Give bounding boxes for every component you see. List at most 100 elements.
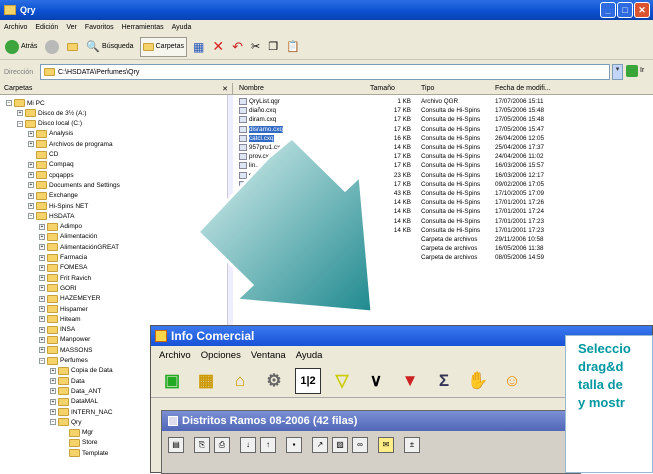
menu-item[interactable]: Ver (66, 24, 77, 31)
tree-node[interactable]: − Mi PC (6, 98, 45, 108)
copy-table-icon[interactable]: ⎘ (194, 437, 210, 453)
tree-node[interactable]: + DataMAL (50, 397, 98, 407)
tree-node[interactable]: + Hispamer (39, 304, 88, 314)
expand-toggle[interactable]: + (39, 295, 45, 302)
expand-toggle[interactable]: + (50, 388, 56, 395)
copy-button[interactable]: ❐ (266, 37, 280, 57)
forward-button[interactable] (43, 37, 61, 57)
search-button[interactable]: 🔍 Búsqueda (84, 37, 135, 57)
sort-desc-icon[interactable]: ↑ (260, 437, 276, 453)
expand-toggle[interactable]: + (28, 192, 34, 199)
title-bar[interactable]: Qry (0, 0, 653, 20)
menu-item[interactable]: Edición (35, 24, 58, 31)
calc-icon[interactable]: ± (404, 437, 420, 453)
print-setup-icon[interactable]: ▤ (168, 437, 184, 453)
report-icon[interactable]: ▦ (193, 368, 219, 394)
expand-toggle[interactable]: + (39, 336, 45, 343)
file-row[interactable]: Template Carpeta de archivos 16/05/2006 11… (233, 244, 653, 253)
expand-toggle[interactable]: + (39, 326, 45, 333)
expand-toggle[interactable]: + (39, 223, 45, 230)
delete-button[interactable]: ✕ (210, 37, 226, 57)
close-pane-icon[interactable]: ✕ (222, 85, 228, 93)
expand-toggle[interactable]: + (28, 130, 34, 137)
views-button[interactable]: ▦ (191, 37, 206, 57)
sum-icon[interactable]: Σ (431, 368, 457, 394)
mail-icon[interactable]: ✉ (378, 437, 394, 453)
menu-item[interactable]: Herramientas (122, 24, 164, 31)
back-button[interactable]: Atrás (3, 37, 39, 57)
tree-node[interactable]: + Alimentación (39, 232, 97, 242)
tree-node[interactable]: + AlimentaciónGREAT (39, 242, 119, 252)
red-filter-icon[interactable]: ▼ (397, 368, 423, 394)
expand-toggle[interactable]: − (17, 120, 23, 127)
expand-toggle[interactable]: + (28, 203, 34, 209)
file-row[interactable]: vnc... 14 KB Consulta de Hi-Spins 17/01/200… (233, 198, 653, 207)
file-row[interactable]: disramo.cxq 17 KB Consulta de Hi-Spins 17/0… (233, 125, 653, 134)
file-row[interactable]: Mgr Carpeta de archivos 08/05/2006 14:59 (233, 253, 653, 262)
expand-toggle[interactable]: + (39, 264, 45, 271)
tools-icon[interactable]: ⚙ (261, 368, 287, 394)
go-icon[interactable] (626, 65, 638, 77)
tree-node[interactable]: − Qry (50, 417, 81, 427)
expand-toggle[interactable]: − (6, 100, 12, 106)
tree-node[interactable]: CD (28, 150, 58, 160)
tree-node[interactable]: + MASSONS (39, 345, 93, 355)
tree-node[interactable]: + GORI (39, 283, 77, 293)
tree-node[interactable]: + Manpower (39, 335, 90, 345)
tree-node[interactable]: + Hi-Spins NET (28, 201, 88, 211)
minimize-button[interactable]: _ (600, 2, 616, 18)
tree-node[interactable]: + Frit Ravich (39, 273, 91, 283)
close-button[interactable]: ✕ (634, 2, 650, 18)
expand-toggle[interactable]: + (39, 254, 45, 261)
file-row[interactable]: Store Carpeta de archivos 29/11/2006 10:58 (233, 235, 653, 244)
tree-node[interactable]: + HAZEMEYER (39, 294, 100, 304)
app-menu-item[interactable]: Opciones (201, 350, 241, 361)
file-row[interactable]: ...q 17 KB Consulta de Hi-Spins 09/02/2006 … (233, 180, 653, 189)
expand-toggle[interactable]: + (28, 141, 34, 148)
expand-toggle[interactable]: + (39, 233, 45, 240)
file-row[interactable]: tippro.cxq 14 KB Consulta de Hi-Spins 17/01… (233, 226, 653, 235)
maximize-button[interactable]: □ (617, 2, 633, 18)
tree-node[interactable]: + Disco de 3½ (A:) (17, 108, 86, 118)
save-icon[interactable]: ▪ (286, 437, 302, 453)
tree-node[interactable]: + Exchange (28, 191, 78, 201)
col-size[interactable]: Tamaño (370, 85, 395, 92)
file-row[interactable]: lin...xq 17 KB Consulta de Hi-Spins 16/03/2… (233, 161, 653, 170)
tree-node[interactable]: + Compaq (28, 160, 74, 170)
expand-toggle[interactable]: + (39, 347, 45, 354)
handshake-icon[interactable]: ✋ (465, 368, 491, 394)
printer-icon[interactable]: ⎙ (214, 437, 230, 453)
app-menu-item[interactable]: Archivo (159, 350, 191, 361)
tree-node[interactable]: + INSA (39, 325, 75, 335)
tree-node[interactable]: − Perfumes (39, 356, 88, 366)
expand-toggle[interactable]: + (28, 161, 34, 168)
chart-icon[interactable]: ↗ (312, 437, 328, 453)
up-folder-button[interactable] (65, 37, 80, 57)
tree-node[interactable]: + Farmacia (39, 253, 87, 263)
expand-toggle[interactable]: + (50, 409, 56, 415)
folders-button[interactable]: Carpetas (139, 36, 187, 57)
child-title-bar[interactable]: Distritos Ramos 08-2006 (42 filas) (162, 411, 580, 431)
tree-node[interactable]: + Documents and Settings (28, 180, 120, 190)
tree-node[interactable]: + cpqapps (28, 170, 74, 180)
col-type[interactable]: Tipo (421, 85, 434, 92)
expand-toggle[interactable]: − (39, 357, 45, 364)
expand-toggle[interactable]: + (39, 244, 45, 251)
go-label[interactable]: Ir (640, 67, 644, 74)
file-row[interactable]: prov.cxq 17 KB Consulta de Hi-Spins 24/04/2… (233, 152, 653, 161)
tree-node[interactable]: Template (61, 448, 108, 458)
address-dropdown[interactable]: ▾ (612, 64, 623, 80)
menu-item[interactable]: Archivo (4, 24, 27, 31)
tree-node[interactable]: + Archivos de programa (28, 139, 113, 149)
expand-toggle[interactable]: + (39, 316, 45, 323)
image-icon[interactable]: ▨ (332, 437, 348, 453)
cut-button[interactable]: ✂ (249, 37, 262, 57)
file-row[interactable]: prfas... 23 KB Consulta de Hi-Spins 16/03/2… (233, 171, 653, 180)
filter-icon[interactable]: ▽ (329, 368, 355, 394)
menu-item[interactable]: Ayuda (172, 24, 192, 31)
tree-node[interactable]: + Adimpo (39, 222, 82, 232)
app-menu-item[interactable]: Ventana (251, 350, 286, 361)
expand-toggle[interactable]: − (28, 213, 34, 220)
tree-node[interactable]: Store (61, 438, 98, 448)
tree-node[interactable]: Mgr (61, 428, 93, 438)
